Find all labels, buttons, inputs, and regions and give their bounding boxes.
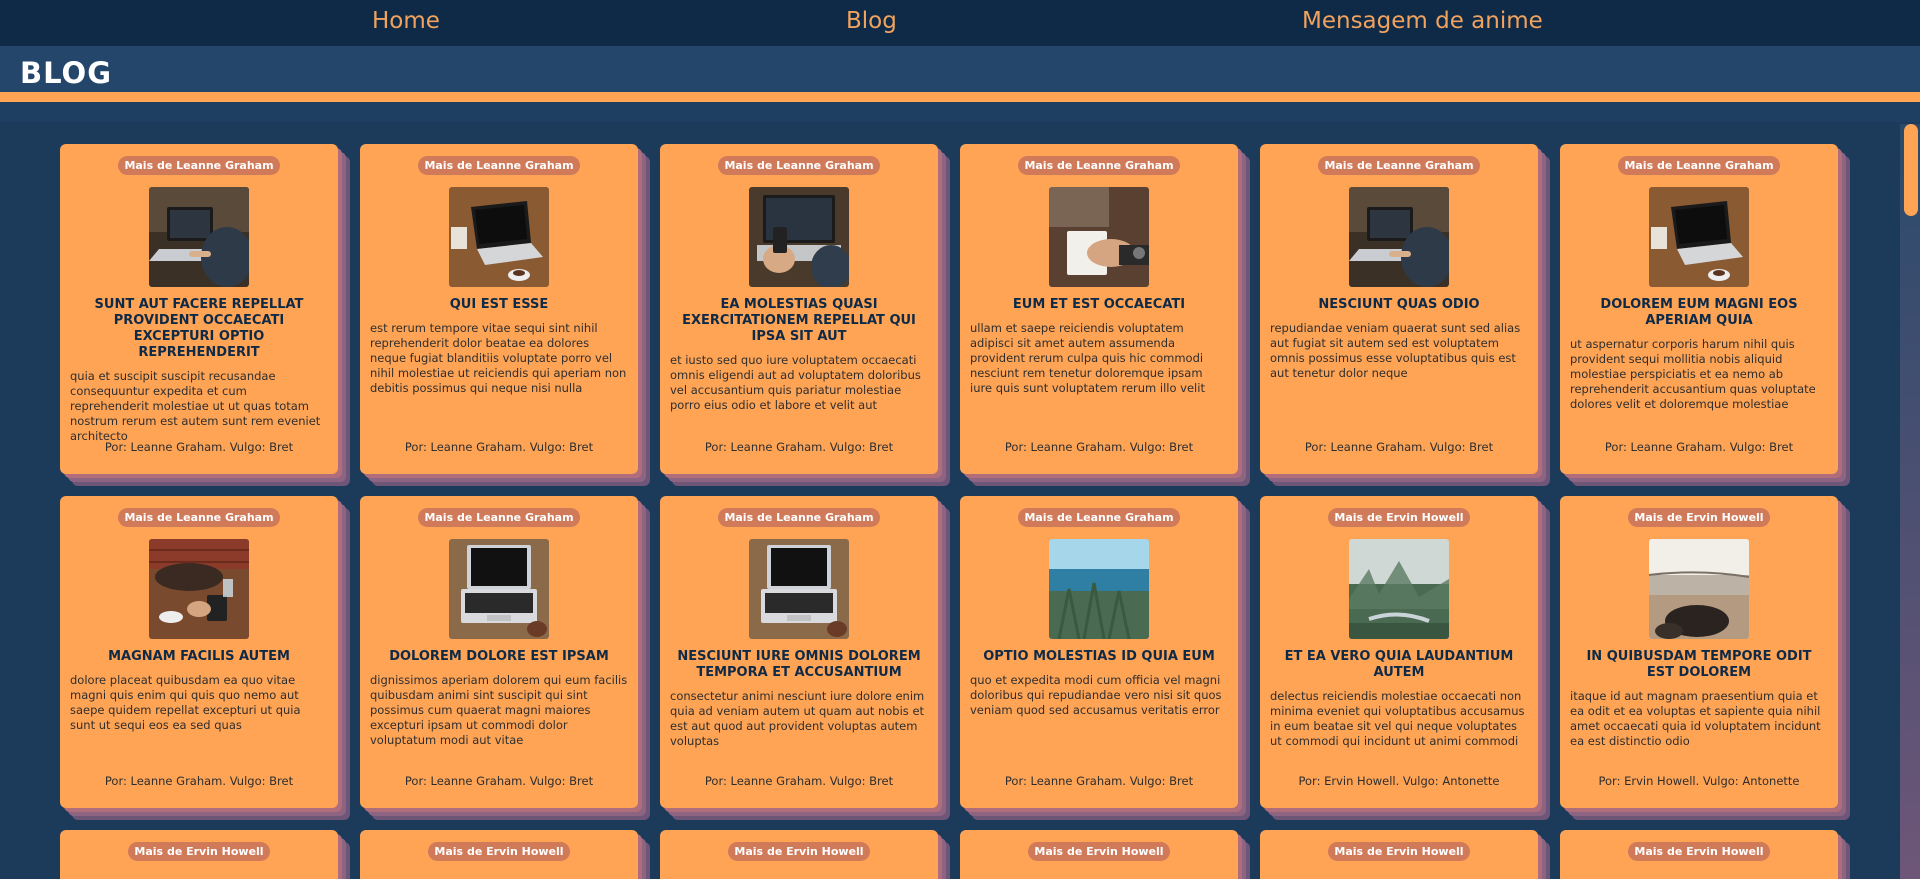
post-body: itaque id aut magnam praesentium quia et… <box>1570 689 1821 748</box>
author-badge[interactable]: Mais de Leanne Graham <box>1318 156 1480 175</box>
nav-home-link[interactable]: Home <box>372 8 440 34</box>
post-body: quo et expedita modi cum officia vel mag… <box>970 673 1222 717</box>
post-byline: Por: Leanne Graham. Vulgo: Bret <box>704 440 894 454</box>
post-title[interactable]: DOLOREM EUM MAGNI EOS APERIAM QUIA <box>1572 297 1826 329</box>
post-body: repudiandae veniam quaerat sunt sed alia… <box>1270 321 1521 380</box>
post-body: consectetur animi nesciunt iure dolore e… <box>670 689 925 748</box>
author-badge[interactable]: Mais de Leanne Graham <box>1018 508 1180 527</box>
post-title[interactable]: IN QUIBUSDAM TEMPORE ODIT EST DOLOREM <box>1572 649 1826 681</box>
post-body: et iusto sed quo iure voluptatem occaeca… <box>670 353 921 412</box>
post-title[interactable]: NESCIUNT QUAS ODIO <box>1272 297 1526 313</box>
post-title[interactable]: OPTIO MOLESTIAS ID QUIA EUM <box>972 649 1226 665</box>
post-byline: Por: Leanne Graham. Vulgo: Bret <box>104 440 294 454</box>
post-card[interactable]: Mais de Ervin Howell <box>960 830 1238 879</box>
post-image <box>1349 187 1449 287</box>
post-title[interactable]: EA MOLESTIAS QUASI EXERCITATIONEM REPELL… <box>672 297 926 345</box>
author-badge[interactable]: Mais de Ervin Howell <box>1328 842 1470 861</box>
post-card[interactable]: Mais de Leanne Graham EUM ET EST OCCAECAT… <box>960 144 1238 474</box>
post-card[interactable]: Mais de Ervin Howell IN QUIBUSDAM TEMPORE… <box>1560 496 1838 808</box>
post-byline: Por: Leanne Graham. Vulgo: Bret <box>1004 774 1194 788</box>
header-shadow-stripe <box>0 102 1920 122</box>
post-title[interactable]: NESCIUNT IURE OMNIS DOLOREM TEMPORA ET A… <box>672 649 926 681</box>
post-image <box>149 187 249 287</box>
post-image <box>1649 539 1749 639</box>
author-badge[interactable]: Mais de Leanne Graham <box>118 156 280 175</box>
post-title[interactable]: QUI EST ESSE <box>372 297 626 313</box>
post-card[interactable]: Mais de Ervin Howell <box>60 830 338 879</box>
author-badge[interactable]: Mais de Ervin Howell <box>728 842 870 861</box>
post-card[interactable]: Mais de Ervin Howell <box>1560 830 1838 879</box>
post-byline: Por: Leanne Graham. Vulgo: Bret <box>404 440 594 454</box>
post-image <box>1049 539 1149 639</box>
top-nav: Home Blog Mensagem de anime <box>0 0 1920 46</box>
post-body: ut aspernatur corporis harum nihil quis … <box>1570 337 1816 411</box>
author-badge[interactable]: Mais de Ervin Howell <box>1328 508 1470 527</box>
nav-anime-message-link[interactable]: Mensagem de anime <box>1302 8 1543 34</box>
author-badge[interactable]: Mais de Ervin Howell <box>1028 842 1170 861</box>
author-badge[interactable]: Mais de Ervin Howell <box>1628 508 1770 527</box>
post-byline: Por: Leanne Graham. Vulgo: Bret <box>1604 440 1794 454</box>
post-title[interactable]: SUNT AUT FACERE REPELLAT PROVIDENT OCCAE… <box>72 297 326 361</box>
post-image <box>1349 539 1449 639</box>
author-badge[interactable]: Mais de Leanne Graham <box>1018 156 1180 175</box>
post-card[interactable]: Mais de Ervin Howell <box>360 830 638 879</box>
post-card[interactable]: Mais de Leanne Graham NESCIUNT QUAS ODIO r… <box>1260 144 1538 474</box>
post-image <box>449 539 549 639</box>
post-image <box>749 539 849 639</box>
post-image <box>1649 187 1749 287</box>
author-badge[interactable]: Mais de Leanne Graham <box>118 508 280 527</box>
post-card[interactable]: Mais de Leanne Graham EA MOLESTIAS QUASI … <box>660 144 938 474</box>
header-accent-stripe <box>0 92 1920 102</box>
post-byline: Por: Ervin Howell. Vulgo: Antonette <box>1598 774 1800 788</box>
post-body: dolore placeat quibusdam ea quo vitae ma… <box>70 673 301 732</box>
post-body: dignissimos aperiam dolorem qui eum faci… <box>370 673 628 747</box>
author-badge[interactable]: Mais de Leanne Graham <box>1618 156 1780 175</box>
post-title[interactable]: ET EA VERO QUIA LAUDANTIUM AUTEM <box>1272 649 1526 681</box>
blog-content: Mais de Leanne Graham SUNT AUT FACERE REP… <box>0 122 1920 879</box>
author-badge[interactable]: Mais de Ervin Howell <box>1628 842 1770 861</box>
post-title[interactable]: MAGNAM FACILIS AUTEM <box>72 649 326 665</box>
post-grid: Mais de Leanne Graham SUNT AUT FACERE REP… <box>60 144 1840 879</box>
page-header: BLOG <box>0 46 1920 92</box>
post-card[interactable]: Mais de Ervin Howell ET EA VERO QUIA LAUD… <box>1260 496 1538 808</box>
post-image <box>749 187 849 287</box>
post-card[interactable]: Mais de Leanne Graham OPTIO MOLESTIAS ID … <box>960 496 1238 808</box>
author-badge[interactable]: Mais de Ervin Howell <box>428 842 570 861</box>
post-byline: Por: Leanne Graham. Vulgo: Bret <box>104 774 294 788</box>
page-title: BLOG <box>20 56 113 90</box>
post-title[interactable]: DOLOREM DOLORE EST IPSAM <box>372 649 626 665</box>
post-card[interactable]: Mais de Leanne Graham NESCIUNT IURE OMNIS… <box>660 496 938 808</box>
post-image <box>149 539 249 639</box>
author-badge[interactable]: Mais de Leanne Graham <box>718 156 880 175</box>
post-card[interactable]: Mais de Ervin Howell <box>660 830 938 879</box>
post-body: ullam et saepe reiciendis voluptatem adi… <box>970 321 1205 395</box>
author-badge[interactable]: Mais de Leanne Graham <box>418 156 580 175</box>
post-byline: Por: Leanne Graham. Vulgo: Bret <box>704 774 894 788</box>
nav-blog-link[interactable]: Blog <box>846 8 897 34</box>
post-card[interactable]: Mais de Leanne Graham DOLOREM EUM MAGNI E… <box>1560 144 1838 474</box>
post-byline: Por: Ervin Howell. Vulgo: Antonette <box>1298 774 1500 788</box>
post-title[interactable]: EUM ET EST OCCAECATI <box>972 297 1226 313</box>
post-card[interactable]: Mais de Ervin Howell <box>1260 830 1538 879</box>
author-badge[interactable]: Mais de Leanne Graham <box>718 508 880 527</box>
post-body: est rerum tempore vitae sequi sint nihil… <box>370 321 627 395</box>
page-scrollbar[interactable] <box>1900 124 1920 879</box>
post-body: delectus reiciendis molestiae occaecati … <box>1270 689 1525 748</box>
post-byline: Por: Leanne Graham. Vulgo: Bret <box>1004 440 1194 454</box>
post-image <box>1049 187 1149 287</box>
post-card[interactable]: Mais de Leanne Graham SUNT AUT FACERE REP… <box>60 144 338 474</box>
post-body: quia et suscipit suscipit recusandae con… <box>70 369 321 443</box>
author-badge[interactable]: Mais de Ervin Howell <box>128 842 270 861</box>
post-byline: Por: Leanne Graham. Vulgo: Bret <box>1304 440 1494 454</box>
post-card[interactable]: Mais de Leanne Graham DOLOREM DOLORE EST … <box>360 496 638 808</box>
scrollbar-thumb[interactable] <box>1904 124 1918 216</box>
post-card[interactable]: Mais de Leanne Graham MAGNAM FACILIS AUTE… <box>60 496 338 808</box>
post-image <box>449 187 549 287</box>
post-card[interactable]: Mais de Leanne Graham QUI EST ESSE est rer… <box>360 144 638 474</box>
author-badge[interactable]: Mais de Leanne Graham <box>418 508 580 527</box>
post-byline: Por: Leanne Graham. Vulgo: Bret <box>404 774 594 788</box>
